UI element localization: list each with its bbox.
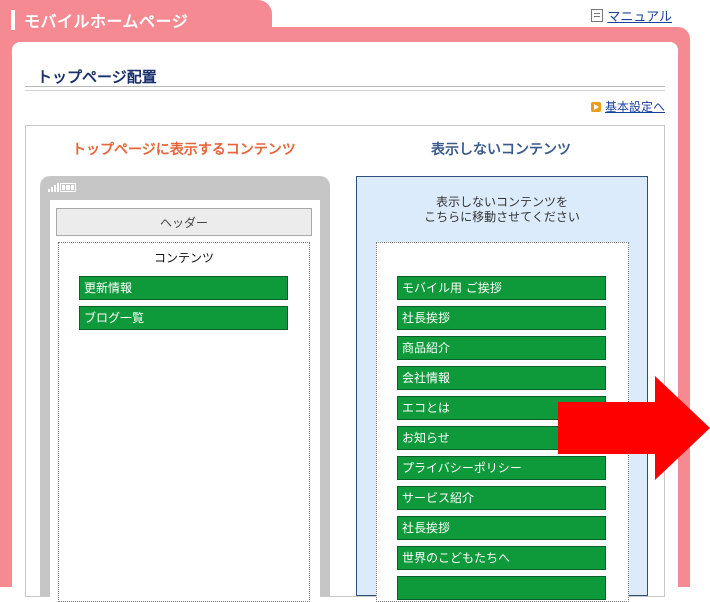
header-accent-bar <box>11 10 15 30</box>
signal-icon <box>48 183 59 192</box>
hidden-item[interactable]: 商品紹介 <box>397 336 606 360</box>
header-block[interactable]: ヘッダー <box>56 208 312 236</box>
orange-arrow-icon <box>590 101 601 112</box>
hidden-item[interactable]: 世界のこどもたちへ <box>397 546 606 570</box>
content-item-blog-list[interactable]: ブログ一覧 <box>79 306 288 330</box>
hidden-item[interactable]: 社長挨拶 <box>397 516 606 540</box>
basic-settings-label: 基本設定へ <box>604 100 665 114</box>
content-item-updates[interactable]: 更新情報 <box>79 276 288 300</box>
section-divider <box>25 86 665 91</box>
visible-contents-title: トップページに表示するコンテンツ <box>72 142 296 158</box>
section-title: トップページ配置 <box>37 68 157 86</box>
manual-link[interactable]: マニュアル <box>591 6 672 25</box>
hidden-item[interactable]: モバイル用 ご挨拶 <box>397 276 606 300</box>
hidden-item[interactable]: サービス紹介 <box>397 486 606 510</box>
hidden-contents-title: 表示しないコンテンツ <box>431 142 571 158</box>
manual-link-label: マニュアル <box>607 10 672 25</box>
red-arrow-icon <box>558 376 710 480</box>
battery-icon <box>60 183 76 192</box>
hidden-item[interactable] <box>397 576 606 600</box>
header-tab: モバイルホームページ <box>0 0 272 46</box>
instruction-line-2: こちらに移動させてください <box>424 210 580 224</box>
contents-label: コンテンツ <box>153 251 214 265</box>
page-title: モバイルホームページ <box>24 12 189 31</box>
instruction-line-1: 表示しないコンテンツを <box>435 195 568 209</box>
hidden-item[interactable]: 社長挨拶 <box>397 306 606 330</box>
hidden-contents-instruction: 表示しないコンテンツを こちらに移動させてください <box>356 195 648 225</box>
manual-document-icon <box>591 9 604 22</box>
basic-settings-link[interactable]: 基本設定へ <box>590 98 665 115</box>
